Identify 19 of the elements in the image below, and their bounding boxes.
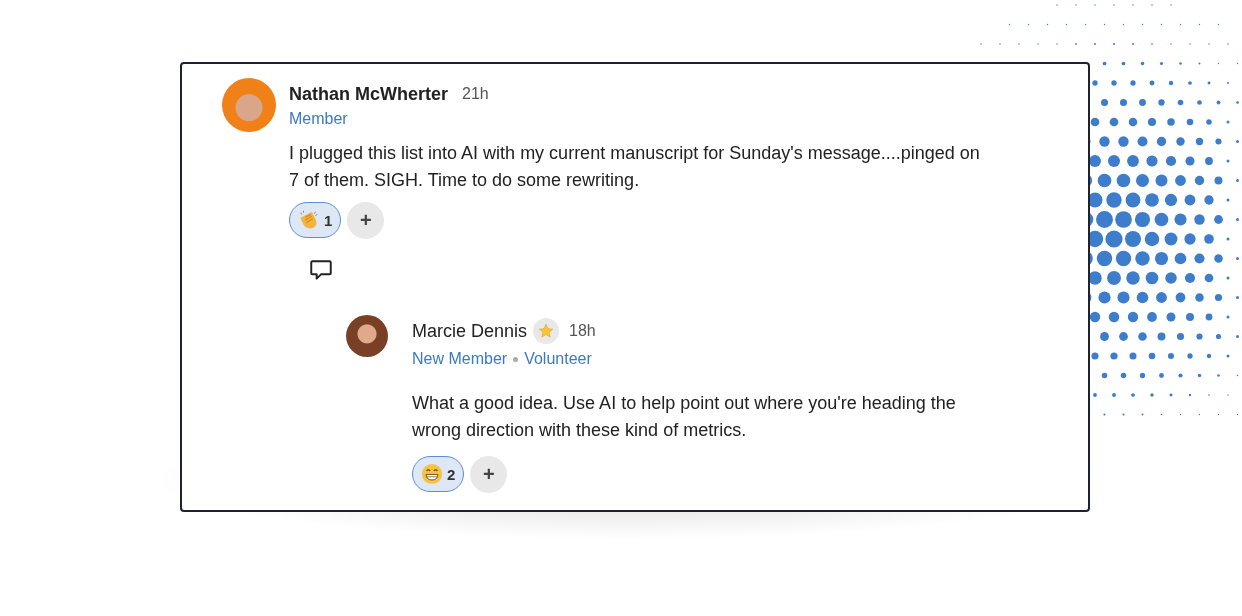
comment-text: I plugged this list into AI with my current manuscript for Sunday's message....pinged on 7 of them. SIGH. Time to do some rewriting. bbox=[289, 142, 981, 192]
author-name[interactable]: Nathan McWherter bbox=[289, 83, 449, 105]
grinning-face-icon bbox=[421, 463, 443, 485]
role-link[interactable]: Member bbox=[289, 110, 348, 128]
timestamp: 18h bbox=[569, 322, 596, 340]
role-link[interactable]: New Member bbox=[412, 350, 508, 368]
role-link[interactable]: Volunteer bbox=[524, 350, 592, 368]
author-name[interactable]: Marcie Dennis bbox=[412, 320, 528, 342]
reaction-button[interactable]: 2 bbox=[412, 456, 465, 492]
avatar bbox=[346, 315, 388, 357]
reply-icon[interactable] bbox=[308, 257, 334, 283]
add-reaction-button[interactable]: + bbox=[347, 202, 385, 239]
avatar bbox=[222, 78, 276, 132]
timestamp: 21h bbox=[462, 85, 489, 103]
add-reaction-button[interactable]: + bbox=[470, 456, 508, 493]
reply-text: What a good idea. Use AI to help point out where you're heading the wrong direction with these kind of metrics. bbox=[412, 392, 957, 442]
reaction-button[interactable]: 1 bbox=[289, 202, 342, 238]
star-badge-icon bbox=[533, 318, 560, 344]
separator-dot bbox=[513, 356, 519, 362]
